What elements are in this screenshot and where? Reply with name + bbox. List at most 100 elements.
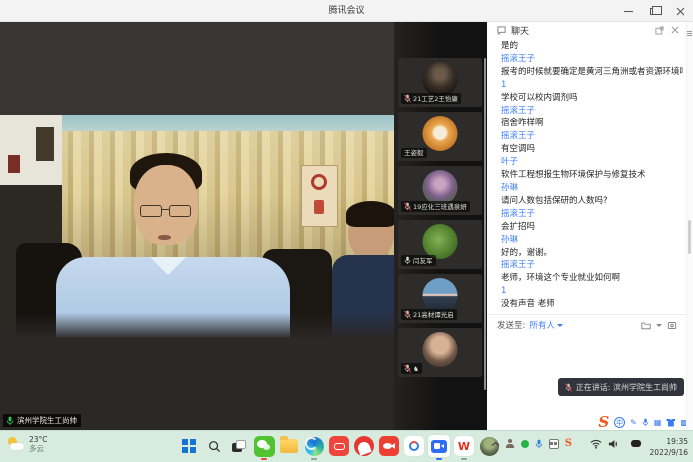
windows-logo-icon	[182, 439, 196, 453]
chat-scrollbar-thumb[interactable]	[688, 220, 691, 254]
chat-message-line: 摇滚王子	[501, 130, 683, 143]
ime-pen-icon[interactable]: ✎	[630, 418, 637, 428]
clock-time: 19:35	[650, 436, 688, 447]
system-tray: S	[491, 438, 641, 449]
xiaohongshu-icon	[329, 436, 349, 456]
chat-message-line: 有空调吗	[501, 143, 683, 156]
window-controls	[615, 0, 693, 22]
restore-button[interactable]	[641, 0, 667, 22]
chevron-down-icon	[557, 324, 563, 327]
participant-tile[interactable]: 21高材谭光启	[398, 274, 482, 323]
tray-mic-icon[interactable]	[535, 439, 543, 449]
chat-message-line: 叶子	[501, 156, 683, 169]
close-button[interactable]	[667, 0, 693, 22]
taskbar-app-wechat[interactable]	[253, 435, 275, 457]
tray-expand-icon[interactable]	[491, 441, 500, 447]
sogou-logo-icon[interactable]: S	[598, 415, 609, 430]
participant-avatar	[423, 332, 458, 367]
chat-message-line: 老师，环境这个专业就业如何啊	[501, 272, 683, 285]
chat-message-line: 是的	[501, 40, 683, 53]
participant-label: 21高材谭光启	[401, 309, 457, 320]
wifi-icon[interactable]	[590, 439, 602, 449]
taskbar-app-cloud[interactable]	[403, 435, 425, 457]
mic-muted-icon	[565, 383, 572, 392]
participant-tile[interactable]: 19应化三班遇泉妍	[398, 166, 482, 215]
taskbar-clock[interactable]: 19:35 2022/9/16	[650, 436, 688, 458]
ime-voice-icon[interactable]	[642, 418, 649, 427]
participant-tile[interactable]: 王姿毅	[398, 112, 482, 161]
participant-list: 21工艺2王怡康	[398, 58, 482, 377]
participant-label: 19应化三班遇泉妍	[401, 201, 470, 212]
taskbar-app-wps[interactable]: W	[453, 435, 475, 457]
mic-status-icon	[404, 256, 411, 265]
participant-avatar	[423, 170, 458, 205]
participant-tile[interactable]: 21工艺2王怡康	[398, 58, 482, 107]
participant-label: ♞	[401, 363, 422, 374]
popout-icon[interactable]	[653, 24, 665, 36]
speaker-name-badge: 滨州学院生工尚帅	[3, 414, 81, 427]
participant-tile[interactable]: 闫友军	[398, 220, 482, 269]
ime-language-icon[interactable]: 中	[614, 417, 625, 428]
search-icon	[208, 440, 221, 453]
taskbar-app-edge[interactable]	[303, 435, 325, 457]
chat-title: 聊天	[511, 24, 529, 37]
speaking-toast-text: 正在讲话: 滨州学院生工尚帅	[576, 382, 677, 393]
close-chat-icon[interactable]	[669, 24, 681, 36]
weather-desc: 多云	[29, 444, 48, 453]
taskbar-app-dianping[interactable]	[353, 435, 375, 457]
sogou-ime-bar: S 中 ✎ ▦ ▩	[598, 415, 688, 430]
participant-avatar	[423, 62, 458, 97]
taskbar-app-explorer[interactable]	[278, 435, 300, 457]
chat-message-line: 没有声音 老师	[501, 298, 683, 311]
mic-status-icon	[404, 202, 411, 211]
file-attach-caret-icon[interactable]	[656, 324, 662, 327]
dianping-icon	[354, 436, 374, 456]
ime-skin-icon[interactable]	[666, 419, 675, 427]
taskbar-app-xiaohongshu[interactable]	[328, 435, 350, 457]
title-bar: 腾讯会议	[0, 0, 693, 22]
speaker-icon[interactable]	[608, 439, 619, 449]
video-feed	[0, 115, 394, 339]
main-video[interactable]: 滨州学院生工尚帅	[0, 22, 394, 430]
start-button[interactable]	[178, 435, 200, 457]
participant-tile[interactable]: ♞	[398, 328, 482, 377]
chat-bubble-icon	[495, 24, 507, 36]
minimize-button[interactable]	[615, 0, 641, 22]
taskbar-app-meeting-active[interactable]	[428, 435, 450, 457]
weather-widget[interactable]: 23°C 多云	[7, 435, 48, 453]
search-button[interactable]	[203, 435, 225, 457]
tray-sogou-icon[interactable]: S	[565, 438, 572, 449]
chat-message-line: 孙琳	[501, 182, 683, 195]
task-view-button[interactable]	[228, 435, 250, 457]
chat-message-line: 好的，谢谢。	[501, 247, 683, 260]
chat-panel: 聊天 是的 摇滚王子 报考的时候就要确定是黄河三角洲或者资源环境吗 1 学校可以…	[487, 22, 693, 430]
file-explorer-icon	[280, 439, 298, 453]
chat-scrollbar-track[interactable]	[686, 22, 693, 430]
mic-active-icon	[6, 416, 14, 426]
chat-message-list: 是的 摇滚王子 报考的时候就要确定是黄河三角洲或者资源环境吗 1 学校可以校内调…	[501, 40, 683, 311]
participant-name: 闫友军	[413, 257, 433, 265]
chat-message-line: 宿舍咋样啊	[501, 117, 683, 130]
weather-temp: 23°C	[29, 435, 48, 444]
menu-handle-icon[interactable]	[687, 31, 692, 36]
screenshot-icon[interactable]	[666, 319, 678, 331]
tray-ime-icon[interactable]	[549, 439, 559, 449]
chat-message-line: 孙琳	[501, 234, 683, 247]
taskbar-apps: W	[178, 435, 500, 457]
window-title: 腾讯会议	[0, 0, 693, 22]
ime-keyboard-icon[interactable]: ▦	[654, 418, 662, 428]
tray-device-icon[interactable]	[631, 440, 641, 447]
participant-label: 21工艺2王怡康	[401, 93, 461, 104]
tray-person-icon[interactable]	[506, 439, 515, 448]
participant-name: ♞	[413, 365, 419, 373]
tray-green-dot-icon[interactable]	[521, 440, 529, 448]
send-to-dropdown[interactable]: 所有人	[529, 319, 563, 331]
file-attach-icon[interactable]	[640, 319, 652, 331]
app-window: 腾讯会议	[0, 0, 693, 462]
thumbnail-scrollbar[interactable]	[484, 58, 486, 390]
taskbar-app-xianyu[interactable]	[378, 435, 400, 457]
wechat-icon	[254, 436, 275, 457]
chat-message-line: 请问人数包括保研的人数吗?	[501, 195, 683, 208]
edge-browser-icon	[305, 437, 324, 456]
weather-icon	[7, 436, 25, 452]
